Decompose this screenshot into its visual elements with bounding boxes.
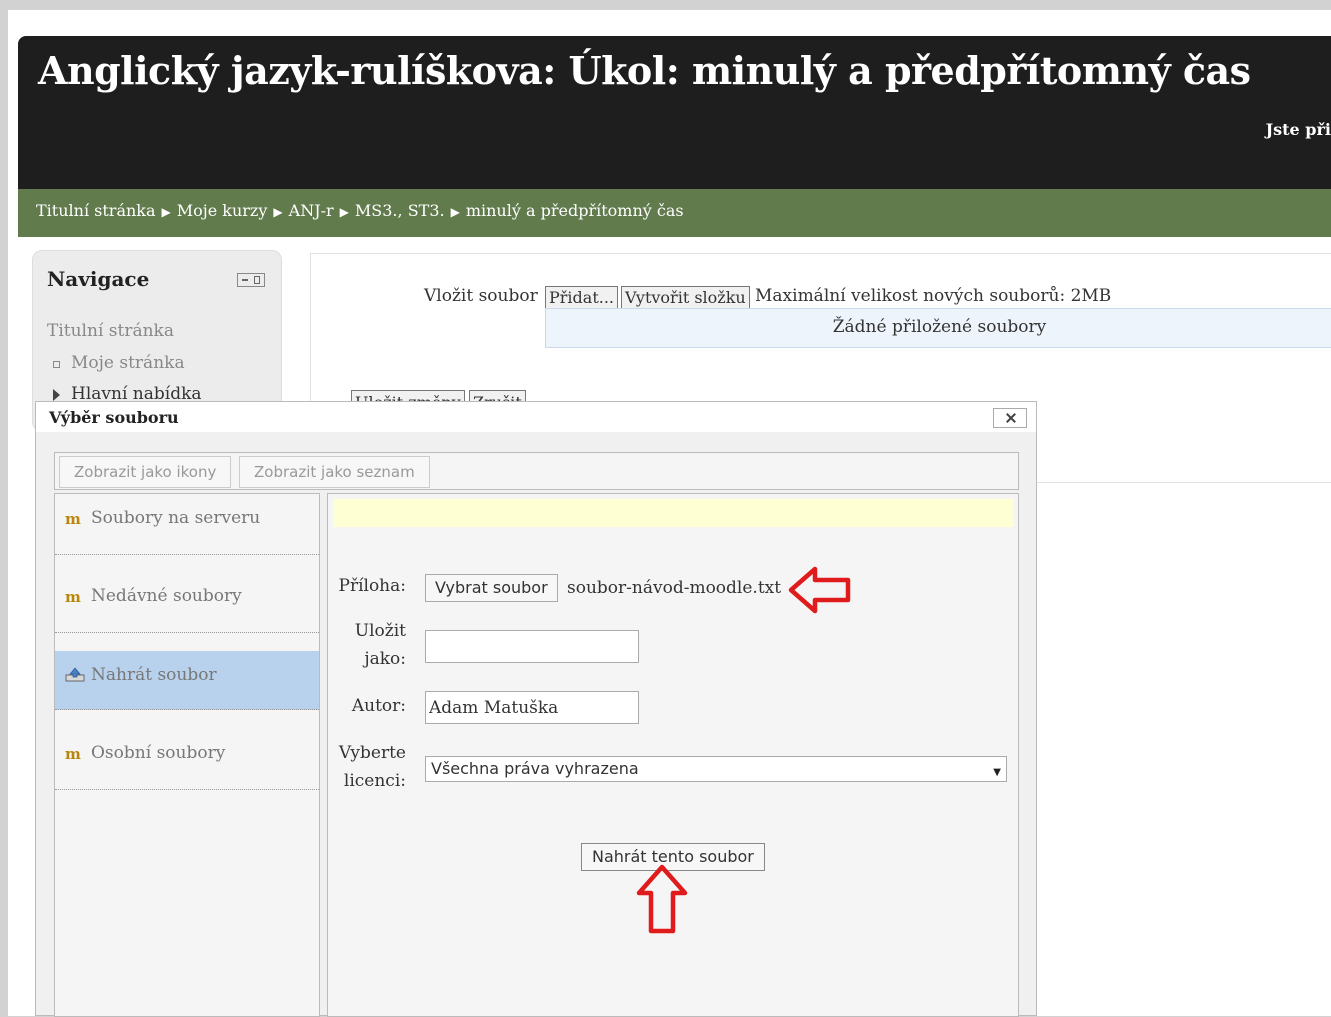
max-size-info: Maximální velikost nových souborů: 2MB	[755, 286, 1112, 306]
license-selected-value: Všechna práva vyhrazena	[431, 759, 639, 778]
author-input[interactable]	[425, 691, 639, 724]
save-as-label-line2: jako:	[364, 649, 406, 669]
breadcrumb-course[interactable]: ANJ-r	[289, 201, 334, 220]
repository-item-private-files[interactable]: m Osobní soubory	[55, 729, 319, 790]
license-select[interactable]: Všechna práva vyhrazena ▼	[425, 756, 1007, 782]
view-toggle-bar: Zobrazit jako ikony Zobrazit jako seznam	[54, 452, 1019, 490]
license-label-line1: Vyberte	[338, 743, 406, 763]
navbar: Titulní stránka ▶ Moje kurzy ▶ ANJ-r ▶ MS3., S…	[18, 189, 1331, 237]
red-arrow-up-icon	[636, 864, 688, 934]
breadcrumb-separator-icon: ▶	[273, 205, 283, 219]
expand-arrow-icon[interactable]	[53, 389, 60, 401]
repository-label: Nedávné soubory	[91, 586, 242, 606]
page-header: Anglický jazyk-rulíškova: Úkol: minulý a…	[18, 36, 1331, 189]
moodle-logo-icon: m	[65, 745, 81, 763]
login-info: Jste při	[1265, 120, 1331, 139]
author-label: Autor:	[351, 696, 406, 716]
file-drop-area[interactable]: Žádné přiložené soubory	[545, 308, 1331, 348]
dialog-title: Výběr souboru	[49, 408, 179, 427]
breadcrumb-my-courses[interactable]: Moje kurzy	[177, 201, 268, 220]
add-file-button[interactable]: Přidat...	[545, 286, 618, 310]
upload-icon	[65, 667, 85, 682]
repository-label: Nahrát soubor	[91, 665, 217, 685]
bullet-icon	[53, 361, 60, 368]
view-as-list-button[interactable]: Zobrazit jako seznam	[239, 456, 430, 488]
no-files-text: Žádné přiložené soubory	[832, 317, 1047, 337]
nav-link-my-page[interactable]: Moje stránka	[71, 353, 185, 373]
repository-item-upload-file[interactable]: Nahrát soubor	[55, 651, 319, 710]
breadcrumb-separator-icon: ▶	[161, 205, 171, 219]
repository-item-server-files[interactable]: m Soubory na serveru	[55, 494, 319, 555]
breadcrumb-home[interactable]: Titulní stránka	[36, 201, 156, 220]
breadcrumb-separator-icon: ▶	[450, 205, 460, 219]
create-folder-button[interactable]: Vytvořit složku	[621, 286, 750, 310]
file-picker-dialog: Výběr souboru Zobrazit jako ikony Zobraz…	[35, 401, 1037, 1017]
save-as-input[interactable]	[425, 630, 639, 663]
navigation-title: Navigace	[47, 267, 150, 291]
nav-link-home[interactable]: Titulní stránka	[47, 321, 174, 341]
dropdown-arrow-icon: ▼	[993, 767, 1001, 778]
license-label-line2: licenci:	[343, 771, 406, 791]
attachment-label: Příloha:	[338, 576, 407, 596]
breadcrumb-separator-icon: ▶	[339, 205, 349, 219]
choose-file-button[interactable]: Vybrat soubor	[425, 574, 558, 602]
close-icon[interactable]	[993, 408, 1027, 428]
view-as-icons-button[interactable]: Zobrazit jako ikony	[59, 456, 232, 488]
dock-block-icon[interactable]	[237, 273, 265, 287]
message-bar	[333, 499, 1013, 527]
dialog-header: Výběr souboru	[36, 402, 1036, 432]
file-insert-label: Vložit soubor	[424, 286, 538, 306]
breadcrumb-assignment[interactable]: minulý a předpřítomný čas	[466, 201, 684, 220]
repository-list: m Soubory na serveru m Nedávné soubory N…	[54, 493, 320, 1017]
repository-item-recent-files[interactable]: m Nedávné soubory	[55, 572, 319, 633]
repository-label: Soubory na serveru	[91, 508, 261, 528]
breadcrumb: Titulní stránka ▶ Moje kurzy ▶ ANJ-r ▶ MS3., S…	[36, 201, 684, 220]
page-title: Anglický jazyk-rulíškova: Úkol: minulý a…	[38, 48, 1251, 93]
save-as-label-line1: Uložit	[354, 621, 406, 641]
moodle-logo-icon: m	[65, 510, 81, 528]
upload-form-panel: Příloha: Vybrat soubor soubor-návod-mood…	[327, 493, 1019, 1017]
repository-label: Osobní soubory	[91, 743, 226, 763]
chosen-file-name: soubor-návod-moodle.txt	[567, 578, 782, 598]
breadcrumb-section[interactable]: MS3., ST3.	[355, 201, 445, 220]
moodle-logo-icon: m	[65, 588, 81, 606]
red-arrow-left-icon	[788, 566, 851, 614]
